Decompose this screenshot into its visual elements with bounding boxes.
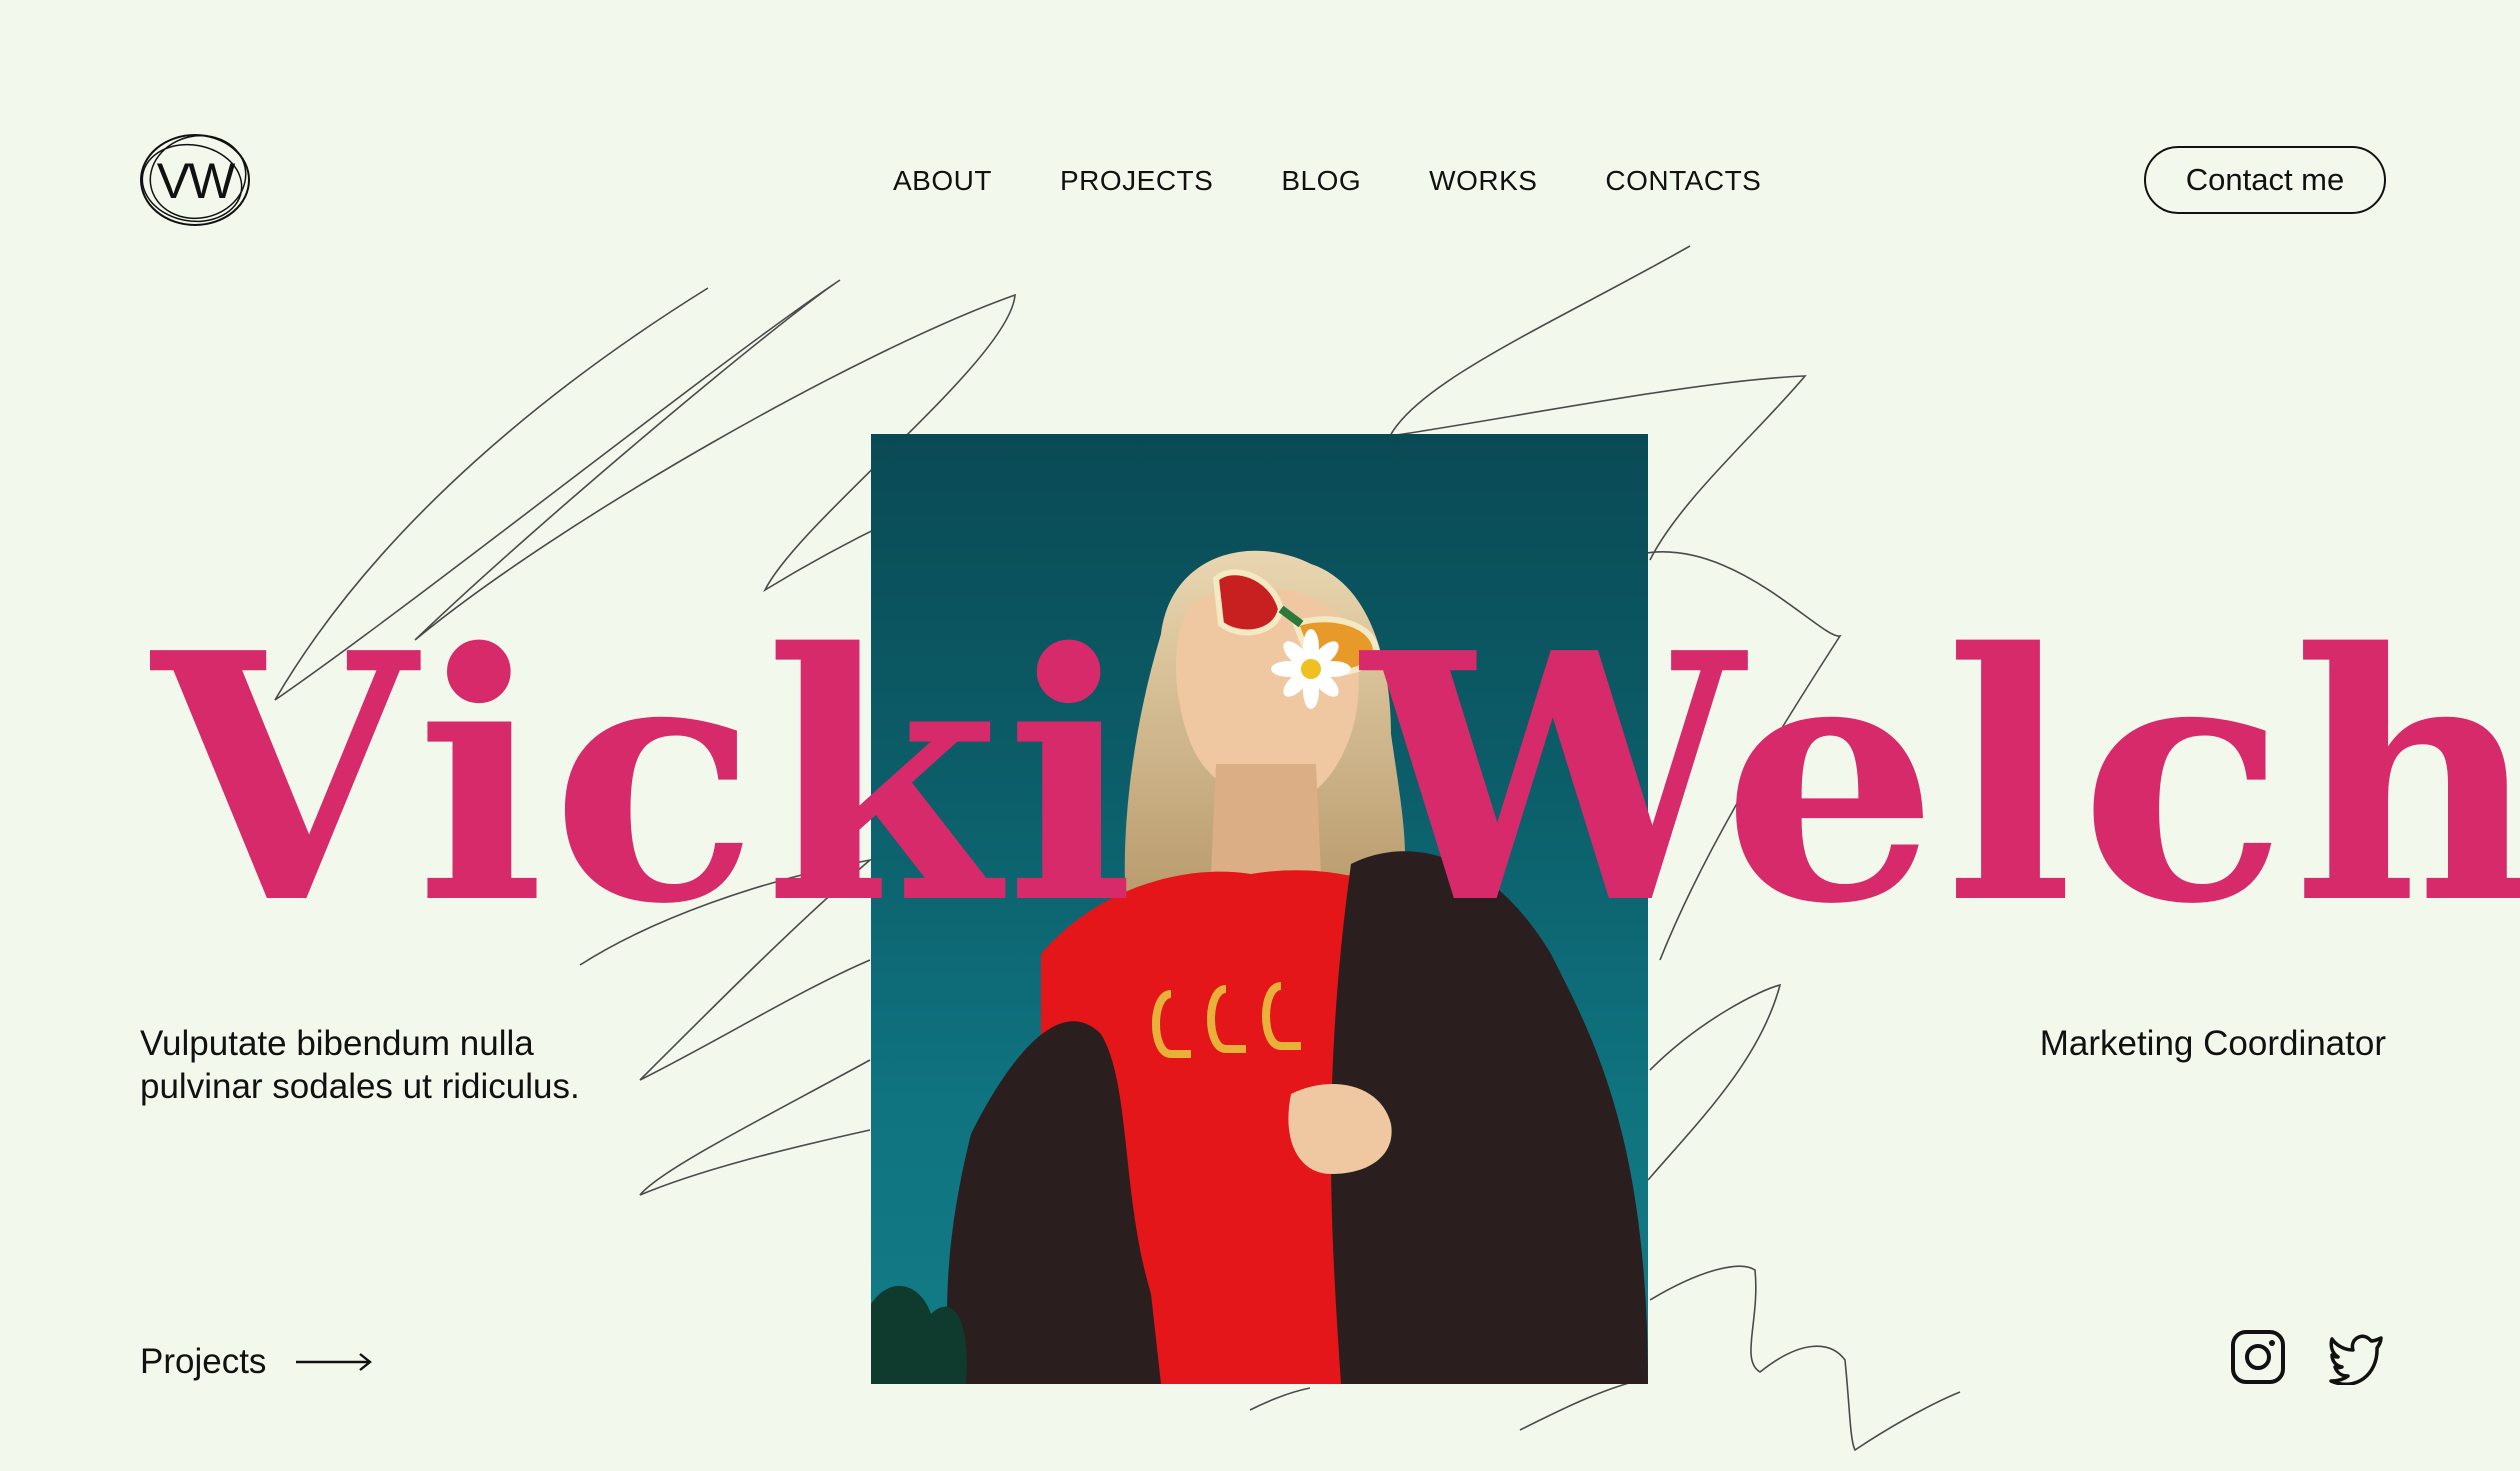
instagram-icon <box>2231 1330 2285 1384</box>
nav-about[interactable]: ABOUT <box>893 163 992 199</box>
tagline-line-1: Vulputate bibendum nulla <box>140 1024 534 1063</box>
hero-first-name: Vicki <box>152 580 1141 979</box>
nav-blog[interactable]: BLOG <box>1281 163 1361 199</box>
landing-page: VW ABOUT PROJECTS BLOG WORKS CONTACTS Co… <box>0 0 2520 1471</box>
main-nav: ABOUT PROJECTS BLOG WORKS CONTACTS <box>893 163 1761 199</box>
site-logo[interactable]: VW <box>136 128 254 230</box>
twitter-icon <box>2329 1334 2383 1387</box>
nav-projects[interactable]: PROJECTS <box>1060 163 1213 199</box>
job-title: Marketing Coordinator <box>2039 1024 2386 1063</box>
hero-last-name: Welch <box>1362 580 2520 979</box>
arrow-right-icon <box>296 1353 373 1371</box>
twitter-link[interactable] <box>2328 1329 2384 1387</box>
instagram-link[interactable] <box>2230 1329 2286 1385</box>
projects-link-label: Projects <box>140 1342 267 1381</box>
contact-me-button[interactable]: Contact me <box>2144 146 2386 214</box>
projects-link[interactable]: Projects <box>140 1340 373 1384</box>
logo-text: VW <box>156 153 236 209</box>
nav-works[interactable]: WORKS <box>1429 163 1537 199</box>
hero-tagline: Vulputate bibendum nulla pulvinar sodale… <box>140 1022 660 1108</box>
tagline-line-2: pulvinar sodales ut ridiculus. <box>140 1067 580 1106</box>
nav-contacts[interactable]: CONTACTS <box>1605 163 1761 199</box>
